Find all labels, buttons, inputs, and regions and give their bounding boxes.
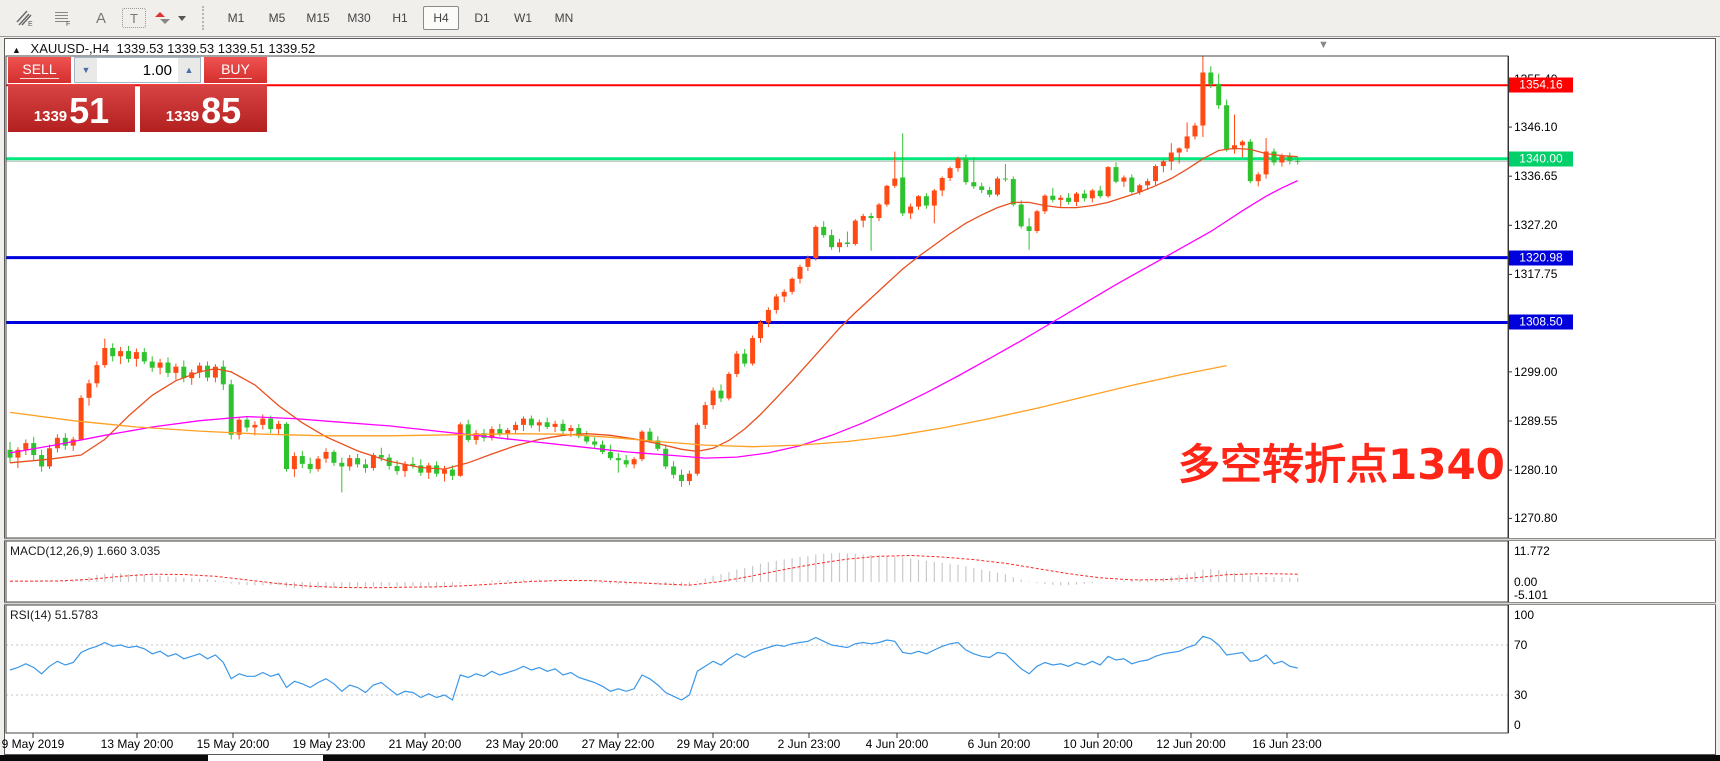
sell-price-big: 51 [69,94,109,128]
price-level-tag: 1320.98 [1509,250,1573,265]
macd-tick-label: 11.772 [1514,544,1550,558]
taskbar-strip [0,755,1720,761]
trading-terminal: E F A T M1M5M15M30H1H4D1W1MN ▲ [0,0,1720,761]
sell-price-prefix: 1339 [34,108,67,125]
collapse-marker-icon: ▲ [12,45,21,55]
date-tick-label: 23 May 20:00 [486,737,559,751]
price-tick-label: 1270.80 [1514,511,1557,525]
buy-button[interactable]: BUY [204,57,267,83]
volume-decrease-icon[interactable]: ▼ [75,58,97,82]
date-tick-label: 21 May 20:00 [389,737,462,751]
macd-values: 1.660 3.035 [97,544,160,558]
price-tick-label: 1327.20 [1514,218,1557,232]
rsi-tick-label: 30 [1514,688,1527,702]
date-tick-label: 12 Jun 20:00 [1156,737,1225,751]
date-tick-label: 16 Jun 23:00 [1252,737,1321,751]
buy-price-big: 85 [201,94,241,128]
date-tick-label: 27 May 22:00 [582,737,655,751]
price-tick-label: 1280.10 [1514,463,1557,477]
macd-tick-label: -5.101 [1514,588,1548,602]
symbol-label: XAUUSD-,H4 [31,41,110,56]
date-tick-label: 10 Jun 20:00 [1063,737,1132,751]
macd-label: MACD(12,26,9) 1.660 3.035 [10,544,160,558]
date-tick-label: 6 Jun 20:00 [968,737,1031,751]
rsi-tick-label: 0 [1514,718,1521,732]
buy-price-button[interactable]: 1339 85 [140,85,267,132]
rsi-tick-label: 100 [1514,608,1534,622]
price-tick-label: 1299.00 [1514,365,1557,379]
chart-title: ▲ XAUUSD-,H4 1339.53 1339.53 1339.51 133… [12,41,315,56]
date-tick-label: 13 May 20:00 [101,737,174,751]
date-tick-label: 9 May 2019 [2,737,65,751]
sell-price-button[interactable]: 1339 51 [8,85,135,132]
rsi-label: RSI(14) 51.5783 [10,608,98,622]
price-level-tag: 1354.16 [1509,78,1573,93]
rsi-splitter[interactable] [4,602,1716,605]
quote-values: 1339.53 1339.53 1339.51 1339.52 [117,41,316,56]
sell-button[interactable]: SELL [8,57,71,83]
date-tick-label: 2 Jun 23:00 [778,737,841,751]
price-level-tag: 1340.00 [1509,151,1573,166]
rsi-tick-label: 70 [1514,638,1527,652]
date-tick-label: 29 May 20:00 [677,737,750,751]
date-tick-label: 15 May 20:00 [197,737,270,751]
price-tick-label: 1317.75 [1514,267,1557,281]
volume-input[interactable] [97,58,178,82]
price-tick-label: 1346.10 [1514,120,1557,134]
trade-panel: SELL ▼ ▲ BUY 1339 51 1339 85 [8,57,267,132]
price-tick-label: 1336.65 [1514,169,1557,183]
buy-price-prefix: 1339 [166,108,199,125]
macd-tick-label: 0.00 [1514,575,1537,589]
price-tick-label: 1289.55 [1514,414,1557,428]
volume-stepper: ▼ ▲ [74,57,201,83]
date-tick-label: 19 May 23:00 [293,737,366,751]
rsi-value: 51.5783 [55,608,98,622]
macd-splitter[interactable] [4,538,1716,541]
volume-increase-icon[interactable]: ▲ [178,58,200,82]
chevron-down-icon[interactable]: ▼ [1318,39,1329,51]
taskbar-notch [208,755,323,761]
chart-annotation: 多空转折点1340 [1178,431,1505,492]
price-level-tag: 1308.50 [1509,315,1573,330]
date-tick-label: 4 Jun 20:00 [866,737,929,751]
